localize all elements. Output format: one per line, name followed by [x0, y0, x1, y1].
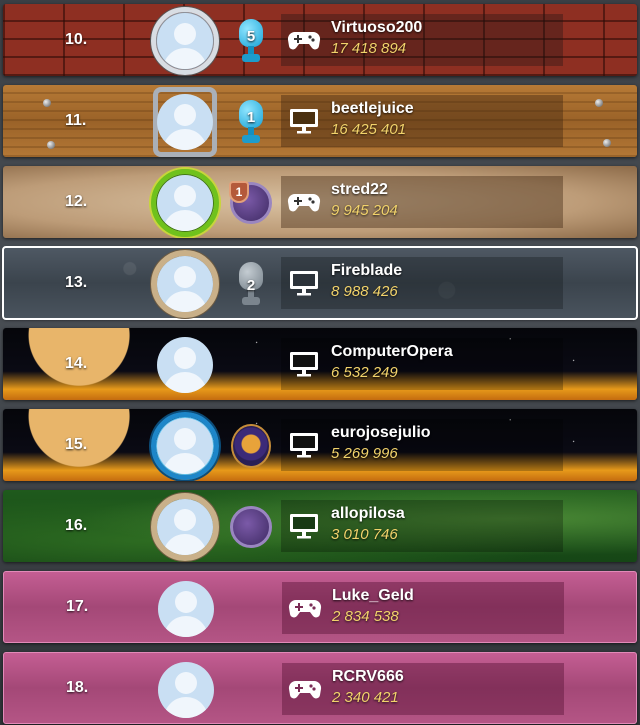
player-name[interactable]: RCRV666	[332, 668, 404, 686]
player-info-panel	[281, 257, 563, 309]
badge-number: 5	[246, 28, 256, 45]
avatar[interactable]	[158, 581, 214, 637]
badge-number: 2	[246, 277, 256, 294]
rank-number: 17.	[66, 598, 89, 615]
player-score: 17 418 894	[331, 40, 407, 57]
rank-number: 15.	[65, 436, 88, 453]
leaderboard-row[interactable]: 12. 1 stred22 9 945 204	[3, 166, 637, 238]
badge-number: 1	[229, 181, 249, 203]
gamepad-icon	[288, 675, 322, 703]
rank-number: 10.	[65, 31, 88, 48]
rivet-decoration	[43, 99, 51, 107]
monitor-icon	[287, 512, 321, 540]
avatar[interactable]	[157, 256, 213, 312]
monitor-icon	[287, 269, 321, 297]
player-name[interactable]: ComputerOpera	[331, 343, 453, 361]
rank-number: 14.	[65, 355, 88, 372]
player-score: 16 425 401	[331, 121, 407, 138]
player-name[interactable]: allopilosa	[331, 505, 405, 523]
rank-number: 16.	[65, 517, 88, 534]
player-info-panel	[281, 176, 563, 228]
leaderboard-row[interactable]: 16. allopilosa 3 010 746	[3, 490, 637, 562]
leaderboard-row-current-player[interactable]: 13. 2 Fireblade 8 988 426	[2, 246, 638, 320]
player-name[interactable]: beetlejuice	[331, 100, 414, 118]
purple-medal-icon: 1	[229, 180, 273, 226]
rivet-decoration	[603, 139, 611, 147]
rank-number: 11.	[65, 112, 87, 129]
rivet-decoration	[47, 141, 55, 149]
leaderboard-row[interactable]: 11. 1 beetlejuice 16 425 401	[3, 85, 637, 157]
monitor-icon	[287, 107, 321, 135]
player-score: 3 010 746	[331, 526, 398, 543]
leaderboard-row[interactable]: 14. ComputerOpera 6 532 249	[3, 328, 637, 400]
pharaoh-medal-icon	[229, 423, 273, 469]
player-name[interactable]: Virtuoso200	[331, 19, 422, 37]
gamepad-icon	[288, 594, 322, 622]
purple-medal-icon	[229, 504, 273, 550]
leaderboard-row[interactable]: 17. Luke_Geld 2 834 538	[3, 571, 637, 643]
player-score: 2 340 421	[332, 689, 399, 706]
blue-trophy-icon: 1	[229, 99, 273, 145]
player-name[interactable]: Fireblade	[331, 262, 402, 280]
player-name[interactable]: stred22	[331, 181, 388, 199]
gamepad-icon	[287, 188, 321, 216]
player-info-panel	[282, 582, 564, 634]
avatar[interactable]	[157, 175, 213, 231]
rank-number: 12.	[65, 193, 88, 210]
avatar[interactable]	[158, 662, 214, 718]
monitor-icon	[287, 350, 321, 378]
avatar[interactable]	[157, 418, 213, 474]
avatar[interactable]	[157, 13, 213, 69]
player-score: 5 269 996	[331, 445, 398, 462]
player-info-panel	[282, 663, 564, 715]
player-name[interactable]: Luke_Geld	[332, 587, 414, 605]
leaderboard-row[interactable]: 10. 5 Virtuoso200 17 418 894	[3, 4, 637, 76]
leaderboard-row[interactable]: 18. RCRV666 2 340 421	[3, 652, 637, 724]
silver-trophy-icon: 2	[229, 261, 273, 307]
player-score: 6 532 249	[331, 364, 398, 381]
player-score: 9 945 204	[331, 202, 398, 219]
player-name[interactable]: eurojosejulio	[331, 424, 431, 442]
player-score: 2 834 538	[332, 608, 399, 625]
avatar[interactable]	[157, 499, 213, 555]
gamepad-icon	[287, 26, 321, 54]
rank-number: 18.	[66, 679, 89, 696]
avatar[interactable]	[157, 94, 213, 150]
player-score: 8 988 426	[331, 283, 398, 300]
blue-trophy-icon: 5	[229, 18, 273, 64]
avatar[interactable]	[157, 337, 213, 393]
badge-number: 1	[246, 109, 256, 126]
rivet-decoration	[595, 99, 603, 107]
player-info-panel	[281, 500, 563, 552]
player-info-panel	[281, 95, 563, 147]
monitor-icon	[287, 431, 321, 459]
leaderboard-row[interactable]: 15. eurojosejulio 5 269 996	[3, 409, 637, 481]
rank-number: 13.	[65, 274, 88, 291]
